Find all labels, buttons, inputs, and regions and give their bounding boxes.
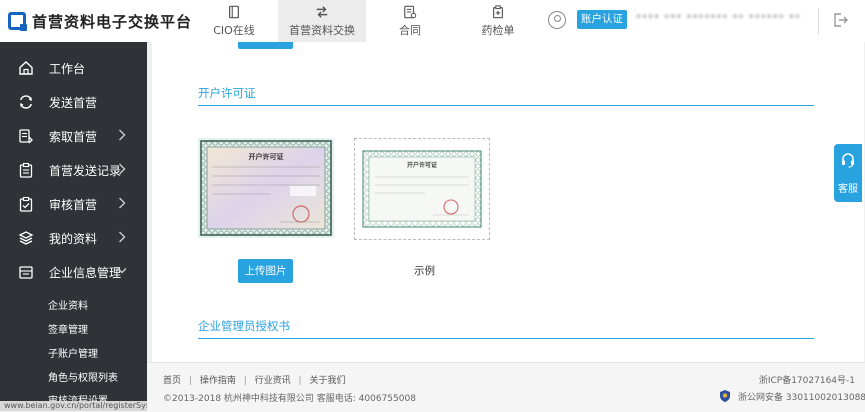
nav-drug-report[interactable]: 药检单 xyxy=(454,0,542,42)
police-badge-icon xyxy=(720,390,730,402)
example-license-image: 开户许可证 xyxy=(354,138,490,240)
chevron-right-icon xyxy=(119,129,126,141)
logout-icon[interactable] xyxy=(832,12,848,28)
sidebar-item-label: 我的资料 xyxy=(49,232,98,246)
certificate-title: 开户许可证 xyxy=(249,152,284,161)
footer xyxy=(147,362,865,412)
certificate-image: 开户许可证 xyxy=(200,140,332,236)
icp-record-link[interactable]: 浙ICP备17027164号-1 xyxy=(759,373,855,386)
footer-separator: | xyxy=(188,376,192,386)
example-certificate-title: 开户许可证 xyxy=(407,161,437,169)
sidebar-item-request[interactable]: 索取首营 xyxy=(0,119,147,153)
company-name: **** *** ******* ** ****** ** xyxy=(636,13,801,24)
clipboard-record-icon xyxy=(19,162,33,178)
sub-item-seal-management[interactable]: 签章管理 xyxy=(48,321,88,336)
nav-label: 首营资料交换 xyxy=(289,23,355,37)
swap-arrows-icon xyxy=(316,5,328,18)
footer-link-news[interactable]: 行业资讯 xyxy=(255,376,291,386)
request-document-icon xyxy=(19,129,33,144)
footer-separator: | xyxy=(243,376,247,386)
uploaded-license-image[interactable]: 开户许可证 xyxy=(198,138,334,238)
clipboard-check-icon xyxy=(19,196,33,212)
sidebar-item-workbench[interactable]: 工作台 xyxy=(0,51,147,85)
sidebar-item-my-documents[interactable]: 我的资料 xyxy=(0,221,147,255)
copyright-text: ©2013-2018 杭州神中科技有限公司 客服电话: 4006755008 xyxy=(163,394,416,404)
logo[interactable]: 首营资料电子交换平台 xyxy=(8,10,192,32)
nav-contract[interactable]: 合同 xyxy=(366,0,454,42)
footer-link-home[interactable]: 首页 xyxy=(163,376,181,386)
user-avatar-icon[interactable] xyxy=(548,11,566,29)
headset-icon xyxy=(842,153,854,168)
drug-report-icon xyxy=(493,4,503,18)
customer-service-label: 客服 xyxy=(838,184,858,195)
sub-item-sub-accounts[interactable]: 子账户管理 xyxy=(48,345,98,360)
layers-icon xyxy=(18,231,34,245)
account-verify-button[interactable]: 账户认证 xyxy=(577,10,627,29)
section-divider xyxy=(198,105,814,106)
example-certificate-image: 开户许可证 xyxy=(362,150,482,228)
chevron-right-icon xyxy=(119,163,126,175)
section-divider xyxy=(198,338,814,339)
police-record-text: 浙公网安备 33011002013088号 xyxy=(738,392,865,403)
sidebar-item-label: 企业信息管理 xyxy=(49,266,122,280)
top-bar: 首营资料电子交换平台 CIO在线 首营资料交换 合同 药检单 账户认证 ****… xyxy=(0,0,865,43)
contract-icon xyxy=(404,5,417,18)
sidebar-item-send-records[interactable]: 首营发送记录 xyxy=(0,153,147,187)
sub-item-roles-permissions[interactable]: 角色与权限列表 xyxy=(48,369,118,384)
previous-upload-button[interactable] xyxy=(238,42,293,49)
sidebar-item-label: 审核首营 xyxy=(49,198,98,212)
nav-label: 合同 xyxy=(399,23,421,37)
sidebar-item-review[interactable]: 审核首营 xyxy=(0,187,147,221)
nav-label: CIO在线 xyxy=(213,23,255,37)
upload-image-button[interactable]: 上传图片 xyxy=(238,259,293,283)
footer-link-about[interactable]: 关于我们 xyxy=(309,376,345,386)
nav-label: 药检单 xyxy=(481,23,515,37)
main-nav: CIO在线 首营资料交换 合同 药检单 xyxy=(190,0,542,42)
customer-service-tab[interactable]: 客服 xyxy=(834,144,862,202)
chevron-down-icon xyxy=(117,268,127,274)
footer-links: 首页 | 操作指南 | 行业资讯 | 关于我们 xyxy=(163,373,350,386)
police-record-link[interactable]: 浙公网安备 33011002013088号 xyxy=(718,388,865,404)
sidebar: 工作台 发送首营 索取首营 首营发送记录 审核首营 我的资料 企业信息管理 企业… xyxy=(0,42,147,411)
sub-item-enterprise-profile[interactable]: 企业资料 xyxy=(48,297,88,312)
sidebar-item-label: 发送首营 xyxy=(49,96,98,110)
footer-link-guide[interactable]: 操作指南 xyxy=(200,376,236,386)
example-label: 示例 xyxy=(414,265,435,277)
logo-text: 首营资料电子交换平台 xyxy=(32,12,193,31)
sidebar-item-label: 工作台 xyxy=(49,62,86,76)
chevron-right-icon xyxy=(119,197,126,209)
sidebar-item-label: 索取首营 xyxy=(49,130,98,144)
nav-first-business-exchange[interactable]: 首营资料交换 xyxy=(278,0,366,42)
divider xyxy=(818,8,819,34)
section-title-admin-authorization: 企业管理员授权书 xyxy=(198,319,290,333)
chevron-right-icon xyxy=(119,231,126,243)
nav-cio-online[interactable]: CIO在线 xyxy=(190,0,278,42)
section-title-account-license: 开户许可证 xyxy=(198,86,256,100)
sidebar-item-send[interactable]: 发送首营 xyxy=(0,85,147,119)
sidebar-item-enterprise-info[interactable]: 企业信息管理 xyxy=(0,255,147,289)
enterprise-icon xyxy=(19,266,33,279)
sidebar-item-label: 首营发送记录 xyxy=(49,164,122,178)
send-loop-icon xyxy=(20,95,32,109)
footer-separator: | xyxy=(298,376,302,386)
home-icon xyxy=(19,61,33,75)
book-icon xyxy=(229,5,239,18)
logo-icon xyxy=(8,12,27,31)
